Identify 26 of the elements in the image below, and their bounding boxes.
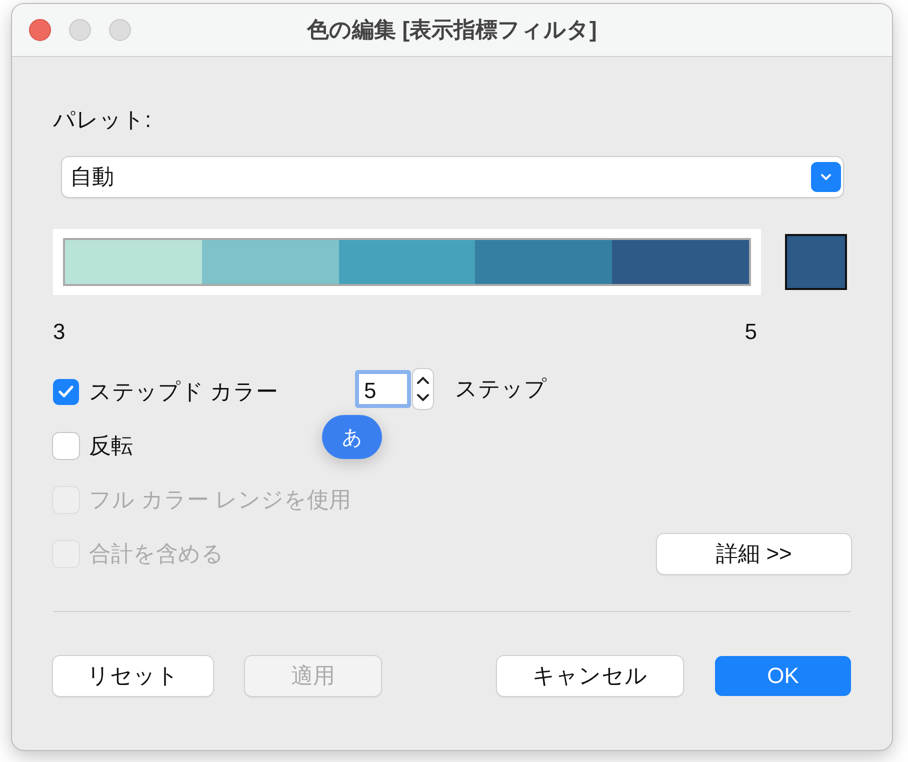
chevron-down-icon bbox=[811, 162, 841, 192]
range-min-label: 3 bbox=[53, 319, 66, 345]
close-button[interactable] bbox=[29, 19, 51, 41]
checkbox-label: 合計を含める bbox=[89, 540, 224, 568]
color-swatch[interactable] bbox=[785, 234, 847, 290]
palette-label: パレット: bbox=[53, 106, 152, 134]
checkbox-label: フル カラー レンジを使用 bbox=[89, 486, 352, 514]
checkbox[interactable] bbox=[53, 379, 79, 405]
palette-dropdown[interactable]: 自動 bbox=[62, 157, 843, 197]
minimize-button[interactable] bbox=[69, 19, 91, 41]
dialog-button[interactable]: リセット bbox=[53, 656, 213, 696]
checkbox-label: 反転 bbox=[89, 432, 133, 460]
checkmark-icon bbox=[58, 385, 74, 399]
dialog-button[interactable]: OK bbox=[715, 656, 851, 696]
checkbox[interactable] bbox=[53, 433, 79, 459]
input-mode-indicator: あ bbox=[322, 415, 382, 459]
steps-label: ステップ bbox=[455, 375, 547, 403]
details-button[interactable]: 詳細 >> bbox=[657, 534, 851, 574]
dialog-button: 適用 bbox=[245, 656, 381, 696]
dialog-button[interactable]: キャンセル bbox=[497, 656, 683, 696]
zoom-button[interactable] bbox=[109, 19, 131, 41]
range-max-label: 5 bbox=[744, 319, 757, 345]
stepper-icon[interactable] bbox=[413, 369, 433, 409]
window-title: 色の編集 [表示指標フィルタ] bbox=[307, 16, 597, 44]
step-count-field[interactable]: 5 bbox=[355, 370, 411, 408]
checkbox-label: ステップド カラー bbox=[89, 378, 278, 406]
